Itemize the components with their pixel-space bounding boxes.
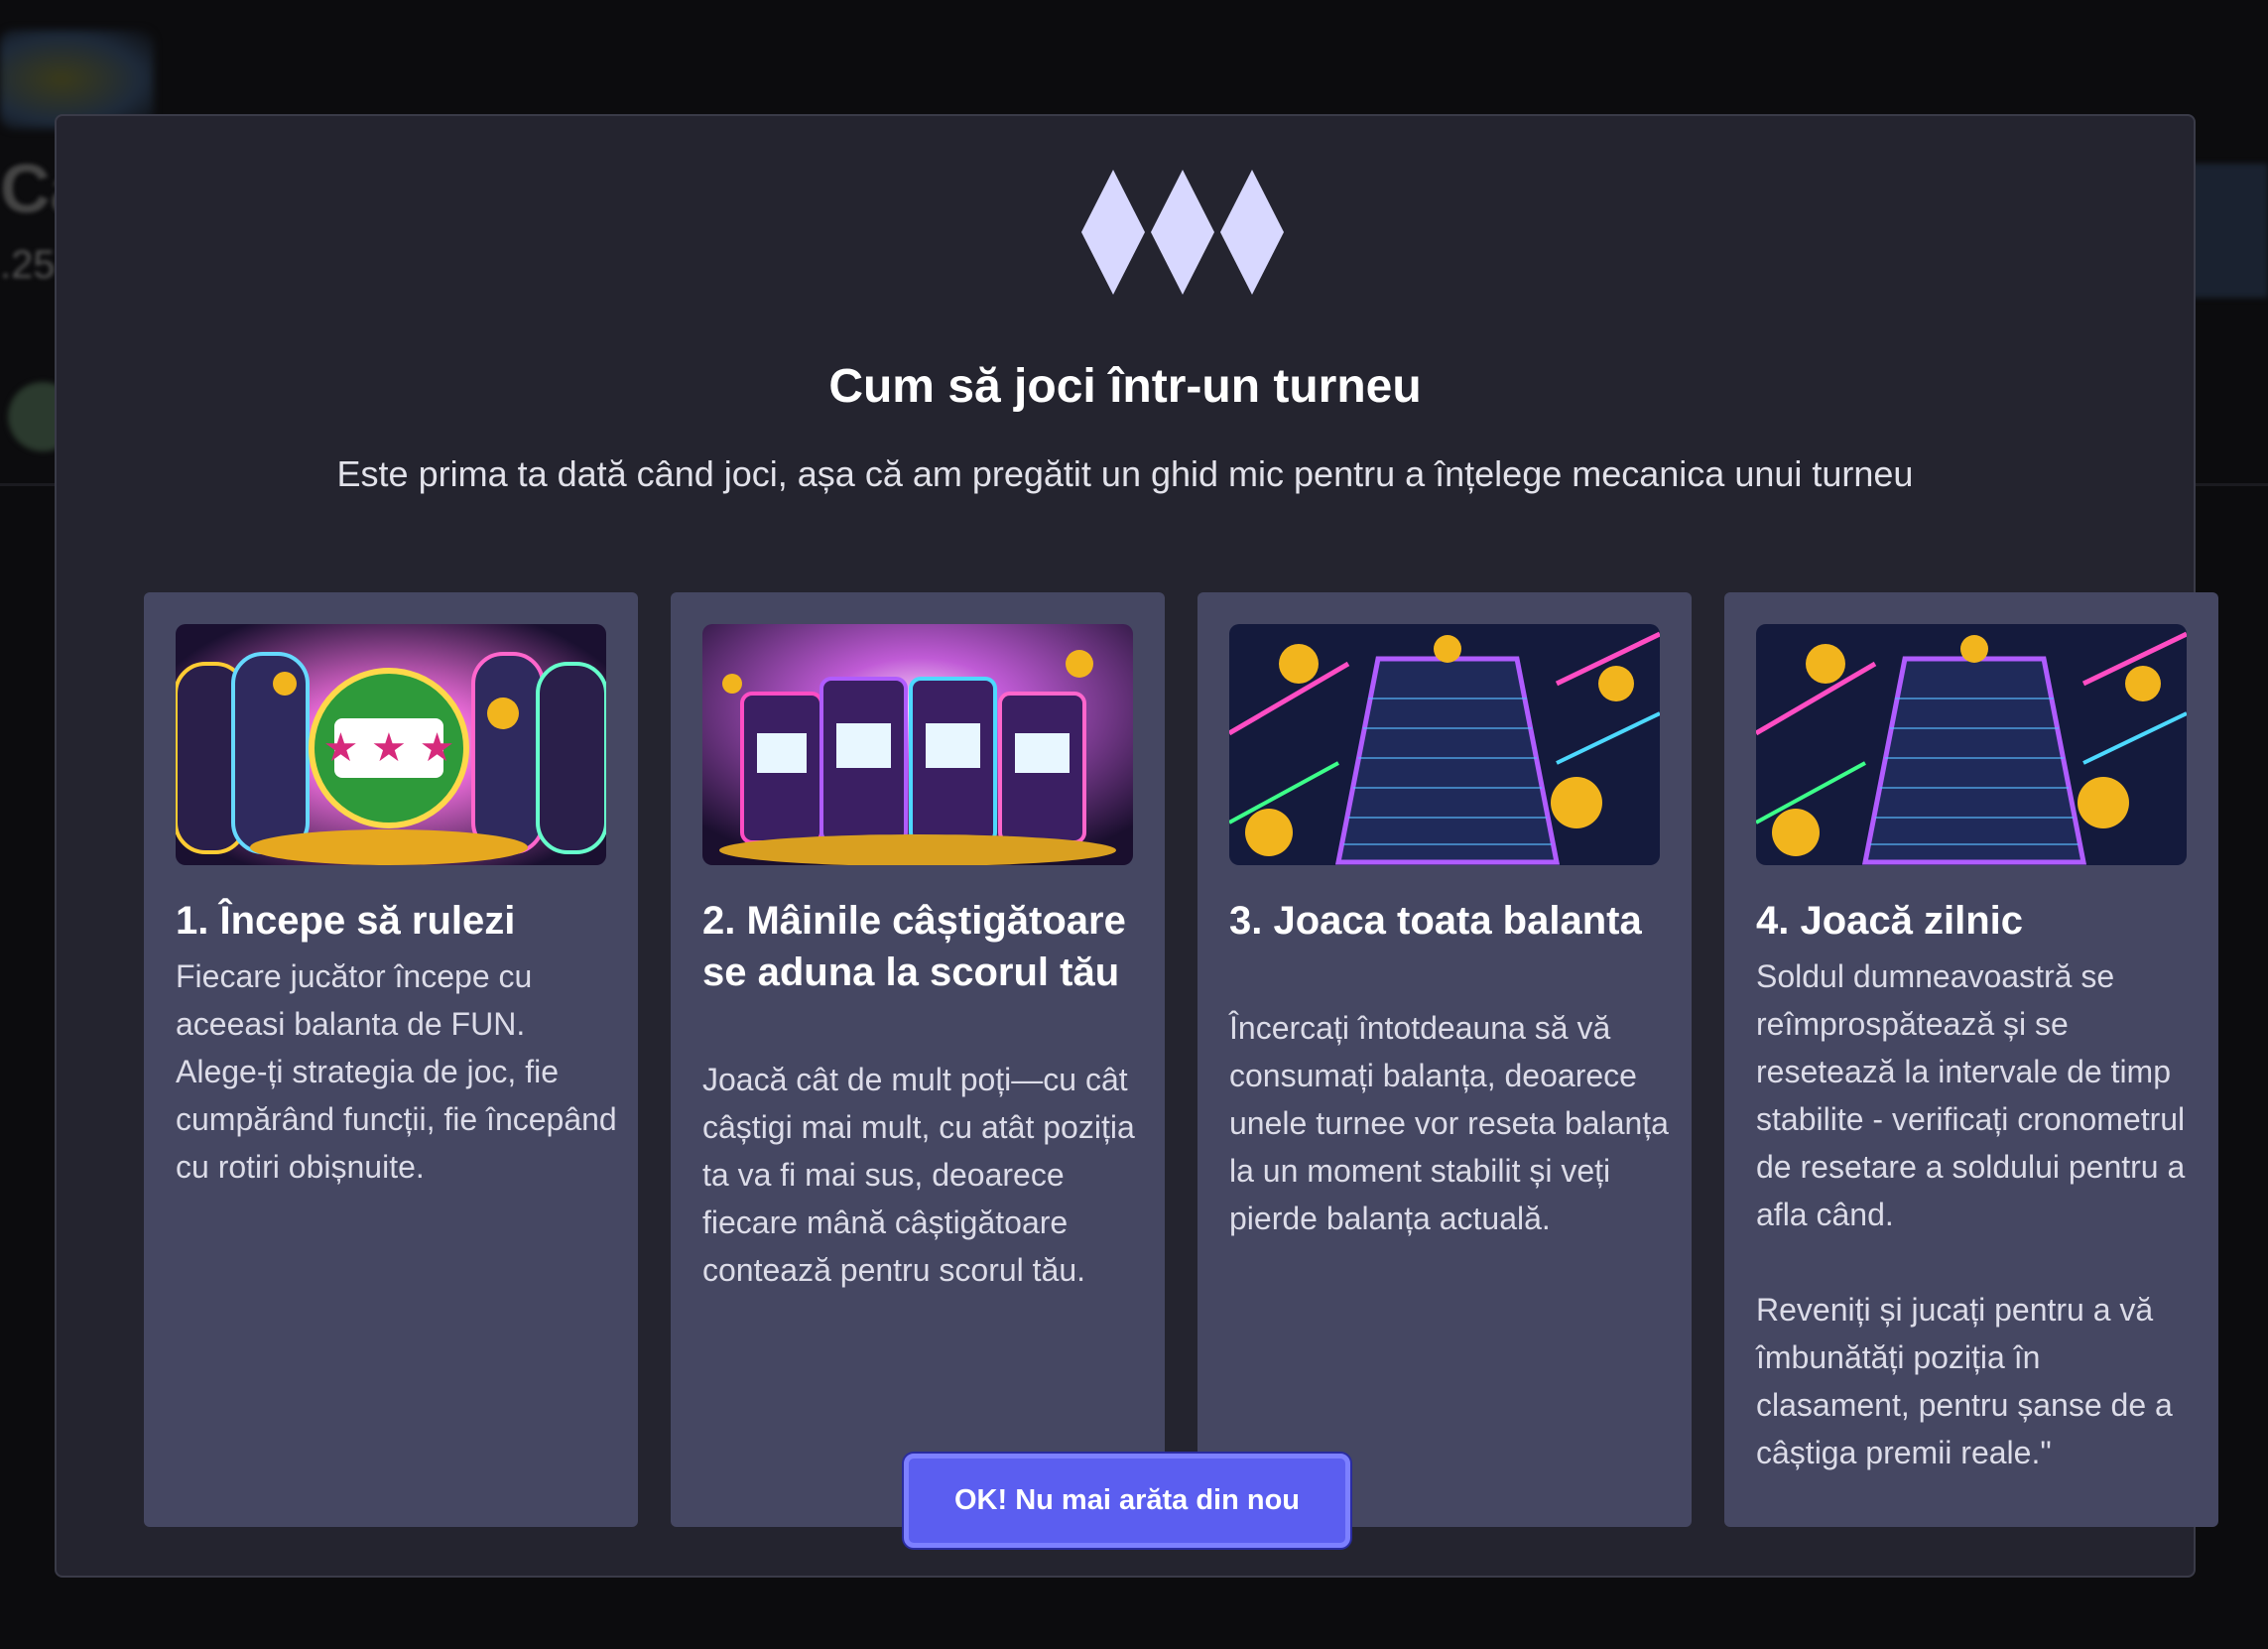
step-card-3: 3. Joaca toata balanta Încercați întotde… (1197, 592, 1692, 1527)
step-card-1: ★ ★ ★ 1. Începe să rulezi Fiecare jucăto… (144, 592, 638, 1527)
step-description: Încercați întotdeauna să vă consumați ba… (1229, 1010, 1669, 1236)
leaderboard-image (1756, 624, 2187, 865)
slot-machine-image: ★ ★ ★ (176, 624, 606, 865)
step-title: 2. Mâinile câștigătoare se aduna la scor… (702, 899, 1126, 994)
step-cards: ★ ★ ★ 1. Începe să rulezi Fiecare jucăto… (144, 592, 2221, 1527)
jackpot-machines-image (702, 624, 1133, 865)
dismiss-button[interactable]: OK! Nu mai arăta din nou (904, 1454, 1350, 1548)
step-card-2: 2. Mâinile câștigătoare se aduna la scor… (671, 592, 1165, 1527)
modal-title: Cum să joci într-un turneu (828, 360, 1422, 413)
step-title: 1. Începe să rulezi (176, 899, 516, 943)
step-description: Joacă cât de mult poți—cu cât câștigi ma… (702, 1062, 1135, 1288)
brand-logo-icon (1081, 170, 1284, 295)
step-description: Soldul dumneavoastră se reîmprospătează … (1756, 958, 2186, 1470)
modal-subtitle: Este prima ta dată când joci, așa că am … (336, 453, 1914, 494)
background-right-panel (2189, 164, 2268, 298)
background-subtitle: .25 (0, 243, 56, 287)
step-title: 4. Joacă zilnic (1756, 899, 2024, 943)
step-title: 3. Joaca toata balanta (1229, 899, 1642, 943)
tutorial-modal: Cum să joci într-un turneu Este prima ta… (55, 114, 2218, 1578)
step-description: Fiecare jucător începe cu aceeasi balant… (176, 958, 617, 1185)
leaderboard-image (1229, 624, 1660, 865)
svg-text:★ ★ ★: ★ ★ ★ (322, 725, 454, 771)
step-card-4: 4. Joacă zilnic Soldul dumneavoastră se … (1724, 592, 2218, 1527)
